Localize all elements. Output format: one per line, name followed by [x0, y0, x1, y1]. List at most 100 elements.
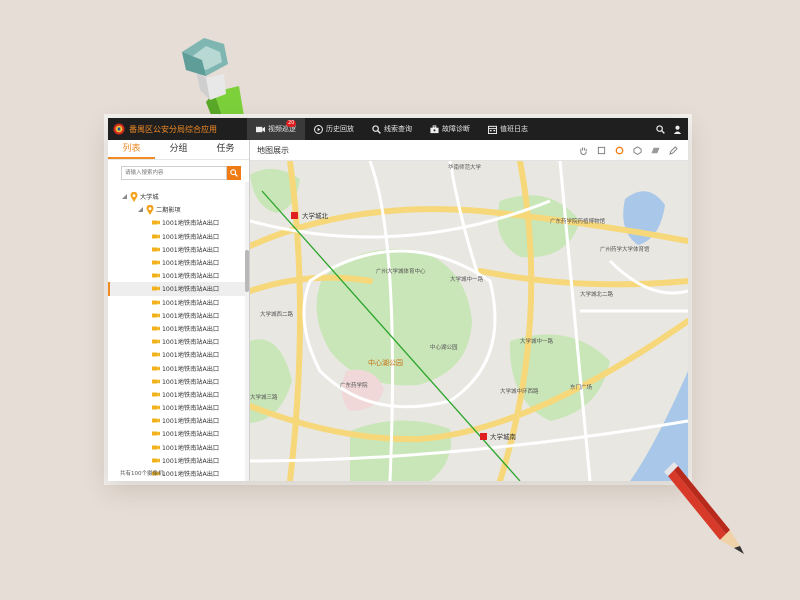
camera-list-item[interactable]: 1001地铁南站A出口	[108, 296, 245, 309]
map-title: 地图展示	[257, 145, 289, 155]
camera-icon	[152, 234, 160, 239]
camera-icon	[152, 313, 160, 318]
map-label-gzhu: 广州药学大学体育馆	[600, 245, 650, 253]
search-button[interactable]	[227, 166, 241, 180]
camera-label: 1001地铁南站A出口	[162, 286, 220, 294]
camera-list-item[interactable]: 1001地铁南站A出口	[108, 427, 245, 440]
tab-task[interactable]: 任务	[202, 140, 249, 159]
camera-list-item[interactable]: 1001地铁南站A出口	[108, 454, 245, 467]
camera-list-item[interactable]: 1001地铁南站A出口	[108, 243, 245, 256]
camera-label: 1001地铁南站A出口	[162, 418, 220, 426]
green-south	[350, 420, 452, 481]
camera-list-item[interactable]: 1001地铁南站A出口	[108, 309, 245, 322]
map-label-gdut: 广东药学院药植博物馆	[550, 217, 606, 225]
camera-count: 共有100个摄像机	[120, 471, 164, 477]
camera-label: 1001地铁南站A出口	[162, 246, 220, 254]
map-label-huanan: 华南师范大学	[448, 163, 482, 171]
map-label-w-ring: 大学城西二路	[260, 310, 294, 318]
camera-list-item[interactable]: 1001地铁南站A出口	[108, 335, 245, 348]
camera-list-item[interactable]: 1001地铁南站A出口	[108, 414, 245, 427]
nav-clue-query[interactable]: 线索查询	[363, 118, 421, 140]
video-icon	[256, 126, 265, 132]
hand-pan-icon[interactable]	[579, 146, 588, 155]
camera-list-item[interactable]: 1001地铁南站A出口	[108, 348, 245, 361]
search-input[interactable]	[121, 166, 227, 180]
camera-list-item[interactable]: 1001地铁南站A出口	[108, 388, 245, 401]
camera-label: 1001地铁南站A出口	[162, 312, 220, 320]
camera-label: 1001地铁南站A出口	[162, 444, 220, 452]
camera-icon	[152, 273, 160, 278]
camera-icon	[152, 379, 160, 384]
campus-map[interactable]: 大学城北 大学城南 中心湖公园 中心湖公园 广州大学城体育中心 广东药学院药植博…	[250, 161, 688, 481]
nav-video-patrol[interactable]: 视频巡逻 20	[247, 118, 305, 140]
map-header: 地图展示	[250, 140, 688, 161]
camera-label: 1001地铁南站A出口	[162, 352, 220, 360]
expand-arrow-icon[interactable]	[122, 194, 127, 200]
map-label-s-ring: 大学城三路	[250, 393, 278, 401]
sidebar-scrollbar[interactable]	[245, 182, 249, 481]
camera-icon	[152, 431, 160, 436]
map-label-s-ring2: 大学城中环西路	[500, 387, 539, 395]
global-search-icon[interactable]	[656, 124, 665, 134]
nav-duty-log[interactable]: 值班日志	[479, 118, 537, 140]
expand-arrow-icon[interactable]	[138, 207, 143, 213]
camera-icon	[152, 247, 160, 252]
camera-list-item[interactable]: 1001地铁南站A出口	[108, 322, 245, 335]
map-label-n-ring: 大学城北二路	[580, 290, 614, 298]
tab-list[interactable]: 列表	[108, 140, 155, 159]
polygon-select-icon[interactable]	[633, 145, 642, 155]
location-pin-icon	[146, 204, 154, 215]
circle-select-icon[interactable]	[615, 146, 624, 155]
camera-label: 1001地铁南站A出口	[162, 220, 220, 228]
map-label-e-ring: 大学城中一路	[520, 337, 554, 345]
camera-list-item[interactable]: 1001地铁南站A出口	[108, 230, 245, 243]
nav-label: 线索查询	[384, 125, 412, 133]
map-label-sports-center: 广州大学城体育中心	[376, 267, 426, 275]
map-label-gdpu: 广东药学院	[340, 381, 368, 389]
camera-label: 1001地铁南站A出口	[162, 233, 220, 241]
camera-label: 1001地铁南站A出口	[162, 471, 220, 479]
camera-label: 1001地铁南站A出口	[162, 260, 220, 268]
camera-list-item[interactable]: 1001地铁南站A出口	[108, 256, 245, 269]
nav-history-playback[interactable]: 历史回放	[305, 118, 363, 140]
camera-label: 1001地铁南站A出口	[162, 273, 220, 281]
camera-label: 1001地铁南站A出口	[162, 365, 220, 373]
police-badge-icon	[113, 123, 125, 135]
rectangle-select-icon[interactable]	[597, 146, 606, 155]
tree-node-label: 二期影项	[156, 207, 181, 215]
camera-list-item[interactable]: 1001地铁南站A出口	[108, 361, 245, 374]
location-pin-icon	[130, 191, 138, 202]
scroll-thumb[interactable]	[245, 250, 249, 292]
pencil-draw-icon[interactable]	[669, 145, 678, 155]
camera-icon	[152, 405, 160, 410]
camera-label: 1001地铁南站A出口	[162, 405, 220, 413]
camera-list-item[interactable]: 1001地铁南站A出口	[108, 401, 245, 414]
tree-node-root[interactable]: 大学城	[108, 190, 245, 203]
camera-list-item[interactable]: 1001地铁南站A出口	[108, 216, 245, 229]
map-panel: 地图展示 大学城北 大学城南 中心湖公园 中心湖公园 广州大学城体育中心 广东药…	[250, 140, 688, 481]
camera-list-item[interactable]: 1001地铁南站A出口	[108, 375, 245, 388]
camera-list-item[interactable]: 1001地铁南站A出口	[108, 269, 245, 282]
nav-fault-diagnosis[interactable]: 故障诊断	[421, 118, 479, 140]
map-canvas[interactable]: 大学城北 大学城南 中心湖公园 中心湖公园 广州大学城体育中心 广东药学院药植博…	[250, 161, 688, 481]
camera-label: 1001地铁南站A出口	[162, 457, 220, 465]
tree-node-group[interactable]: 二期影项	[108, 203, 245, 216]
search-icon	[372, 124, 381, 134]
camera-label: 1001地铁南站A出口	[162, 378, 220, 386]
user-icon[interactable]	[673, 125, 682, 134]
camera-list-item[interactable]: 1001地铁南站A出口	[108, 282, 245, 296]
sidebar: 列表 分组 任务 大学城 二期影项 1001地铁南站A出口 1001地铁南站A出口…	[108, 140, 250, 481]
camera-icon	[152, 326, 160, 331]
camera-label: 1001地铁南站A出口	[162, 391, 220, 399]
camera-list-item[interactable]: 1001地铁南站A出口	[108, 441, 245, 454]
camera-icon	[152, 286, 160, 291]
parallelogram-select-icon[interactable]	[651, 146, 660, 155]
tab-group[interactable]: 分组	[155, 140, 202, 159]
toolbox-icon	[430, 124, 439, 133]
map-toolbar	[579, 145, 678, 155]
map-label-dongmen: 东门广场	[570, 383, 593, 391]
calendar-icon	[488, 125, 497, 134]
camera-icon	[152, 445, 160, 450]
nav-label: 值班日志	[500, 125, 528, 133]
camera-icon	[152, 418, 160, 423]
